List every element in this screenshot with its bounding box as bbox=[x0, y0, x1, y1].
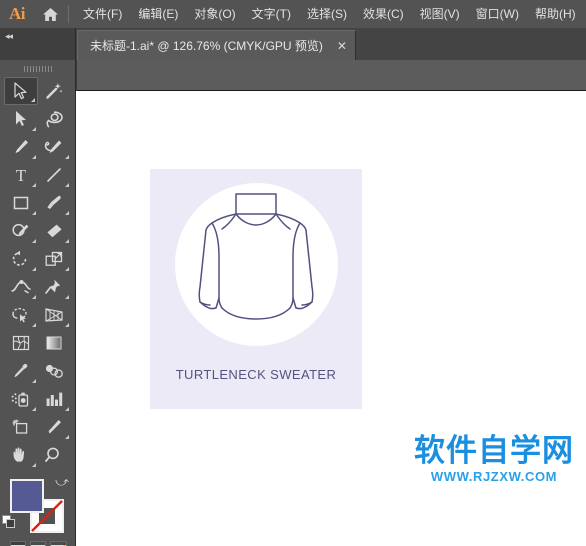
perspective-grid-tool[interactable] bbox=[38, 301, 72, 329]
artwork-label: TURTLENECK SWEATER bbox=[175, 367, 337, 382]
menu-window[interactable]: 窗口(W) bbox=[468, 4, 527, 24]
direct-selection-tool[interactable] bbox=[4, 105, 38, 133]
tool-flyout-indicator bbox=[31, 127, 36, 131]
app-logo: Ai bbox=[9, 4, 26, 23]
tool-flyout-indicator bbox=[31, 267, 36, 271]
artboard-tool[interactable] bbox=[4, 413, 38, 441]
tool-flyout-indicator bbox=[65, 323, 69, 327]
tool-flyout-indicator bbox=[65, 267, 69, 271]
menu-view[interactable]: 视图(V) bbox=[412, 4, 468, 24]
gradient-tool[interactable] bbox=[38, 329, 72, 357]
tool-flyout-indicator bbox=[65, 407, 69, 411]
tool-flyout-indicator bbox=[31, 379, 36, 383]
shape-builder-tool[interactable] bbox=[4, 301, 38, 329]
menu-select[interactable]: 选择(S) bbox=[299, 4, 355, 24]
control-bar bbox=[77, 60, 586, 91]
fill-mode-row bbox=[0, 537, 75, 546]
scale-tool[interactable] bbox=[38, 245, 72, 273]
tools-panel: T ⤻ bbox=[0, 60, 76, 546]
watermark-url-text: WWW.RJZXW.COM bbox=[430, 469, 558, 484]
close-icon[interactable]: ✕ bbox=[337, 40, 347, 52]
hand-tool[interactable] bbox=[4, 441, 38, 469]
line-segment-tool[interactable] bbox=[38, 161, 72, 189]
tool-flyout-indicator bbox=[30, 98, 35, 102]
artwork-card[interactable]: TURTLENECK SWEATER bbox=[150, 169, 362, 409]
symbol-sprayer-tool[interactable] bbox=[4, 385, 38, 413]
document-tab[interactable]: 未标题-1.ai* @ 126.76% (CMYK/GPU 预览) ✕ bbox=[77, 30, 356, 60]
menu-object[interactable]: 对象(O) bbox=[186, 4, 243, 24]
tool-flyout-indicator bbox=[31, 239, 36, 243]
tool-flyout-indicator bbox=[31, 211, 36, 215]
tool-flyout-indicator bbox=[65, 435, 69, 439]
menu-effect[interactable]: 效果(C) bbox=[355, 4, 412, 24]
tool-grid: T bbox=[0, 74, 75, 469]
collapse-panel-icon[interactable]: ◂◂ bbox=[5, 32, 13, 41]
column-graph-tool[interactable] bbox=[38, 385, 72, 413]
eraser-tool[interactable] bbox=[38, 217, 72, 245]
illustrator-window: Ai 文件(F) 编辑(E) 对象(O) 文字(T) 选择(S) 效果(C) 视… bbox=[0, 0, 586, 546]
lasso-tool[interactable] bbox=[38, 105, 72, 133]
tool-flyout-indicator bbox=[31, 155, 36, 159]
tool-flyout-indicator bbox=[31, 323, 36, 327]
fill-swatch[interactable] bbox=[10, 479, 44, 513]
tool-flyout-indicator bbox=[31, 183, 36, 187]
default-colors-icon[interactable] bbox=[2, 515, 17, 535]
menu-bar: Ai 文件(F) 编辑(E) 对象(O) 文字(T) 选择(S) 效果(C) 视… bbox=[0, 0, 586, 28]
swap-arrow-icon[interactable]: ⤻ bbox=[55, 475, 69, 488]
shaper-tool[interactable] bbox=[4, 217, 38, 245]
width-tool[interactable] bbox=[4, 273, 38, 301]
svg-text:T: T bbox=[16, 166, 27, 184]
tool-flyout-indicator bbox=[31, 295, 36, 299]
document-tab-title: 未标题-1.ai* @ 126.76% (CMYK/GPU 预览) bbox=[90, 39, 323, 53]
menu-file[interactable]: 文件(F) bbox=[75, 4, 130, 24]
tool-flyout-indicator bbox=[65, 295, 69, 299]
document-tab-bar: ◂◂ 未标题-1.ai* @ 126.76% (CMYK/GPU 预览) ✕ bbox=[0, 28, 586, 60]
free-transform-tool[interactable] bbox=[38, 273, 72, 301]
magic-wand-tool[interactable] bbox=[38, 77, 72, 105]
watermark-chinese-text: 软件自学网 bbox=[414, 433, 574, 470]
color-mode-button[interactable] bbox=[10, 541, 26, 546]
tool-flyout-indicator bbox=[65, 155, 69, 159]
slice-tool[interactable] bbox=[38, 413, 72, 441]
menu-edit[interactable]: 编辑(E) bbox=[130, 4, 186, 24]
zoom-tool[interactable] bbox=[38, 441, 72, 469]
tool-flyout-indicator bbox=[65, 183, 69, 187]
rectangle-tool[interactable] bbox=[4, 189, 38, 217]
rotate-tool[interactable] bbox=[4, 245, 38, 273]
gradient-mode-button[interactable] bbox=[30, 541, 46, 546]
menu-divider bbox=[68, 5, 69, 23]
blend-tool[interactable] bbox=[38, 357, 72, 385]
tool-panel-header: ◂◂ bbox=[0, 28, 76, 60]
add-anchor-point-tool[interactable] bbox=[38, 133, 72, 161]
menu-type[interactable]: 文字(T) bbox=[244, 4, 299, 24]
paintbrush-tool[interactable] bbox=[38, 189, 72, 217]
tool-flyout-indicator bbox=[65, 211, 69, 215]
tool-flyout-indicator bbox=[31, 407, 36, 411]
panel-drag-handle[interactable] bbox=[0, 60, 75, 74]
mesh-tool[interactable] bbox=[4, 329, 38, 357]
none-mode-button[interactable] bbox=[50, 541, 67, 546]
turtleneck-sweater-illustration[interactable] bbox=[150, 169, 362, 369]
selection-tool[interactable] bbox=[4, 77, 38, 105]
type-tool[interactable]: T bbox=[4, 161, 38, 189]
home-icon[interactable] bbox=[34, 0, 66, 28]
tool-flyout-indicator bbox=[31, 463, 36, 467]
menu-help[interactable]: 帮助(H) bbox=[527, 4, 584, 24]
eyedropper-tool[interactable] bbox=[4, 357, 38, 385]
menu-item-list: 文件(F) 编辑(E) 对象(O) 文字(T) 选择(S) 效果(C) 视图(V… bbox=[75, 4, 584, 24]
fill-stroke-swatches: ⤻ bbox=[0, 475, 75, 537]
pen-tool[interactable] bbox=[4, 133, 38, 161]
tool-flyout-indicator bbox=[65, 239, 69, 243]
watermark: 软件自学网 WWW.RJZXW.COM bbox=[414, 435, 574, 484]
